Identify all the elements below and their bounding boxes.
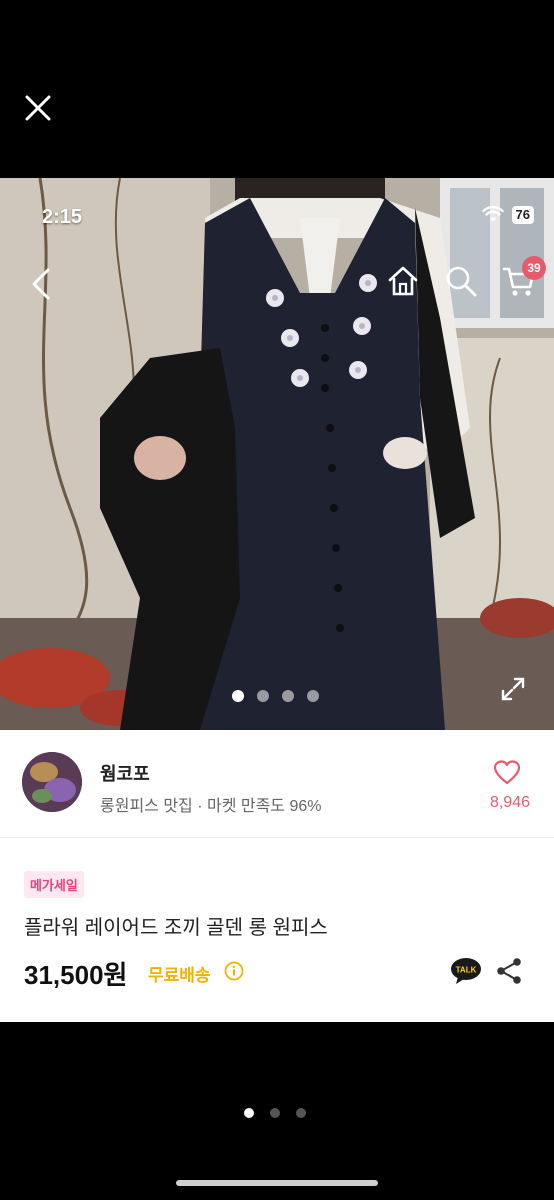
screenshot-card: 2:15 76 39 웜코포 롱원피스 맛집 · 마켓 만족도 96% 8,94… bbox=[0, 178, 554, 1022]
sale-badge: 메가세일 bbox=[24, 871, 84, 898]
like-count: 8,946 bbox=[489, 794, 530, 811]
status-time: 2:15 bbox=[42, 206, 83, 228]
product-price: 31,500원 bbox=[24, 960, 128, 990]
product-title: 플라워 레이어드 조끼 골덴 롱 원피스 bbox=[24, 917, 328, 939]
carousel-dots bbox=[232, 690, 319, 702]
back-icon[interactable] bbox=[28, 266, 56, 302]
viewer-header bbox=[0, 0, 554, 178]
avatar-image bbox=[22, 752, 82, 812]
cart-count-badge: 39 bbox=[522, 256, 546, 280]
page-dot[interactable] bbox=[296, 1108, 306, 1118]
home-icon[interactable] bbox=[386, 264, 420, 298]
svg-text:TALK: TALK bbox=[456, 966, 477, 975]
shop-avatar[interactable] bbox=[22, 752, 82, 812]
product-photo[interactable]: 2:15 76 39 bbox=[0, 178, 554, 730]
shipping-label: 무료배송 bbox=[148, 966, 211, 985]
shop-subtitle: 롱원피스 맛집 · 마켓 만족도 96% bbox=[100, 798, 322, 815]
status-icons: 76 bbox=[481, 206, 534, 224]
page-dot[interactable] bbox=[244, 1108, 254, 1118]
expand-icon[interactable] bbox=[500, 676, 526, 702]
search-icon[interactable] bbox=[444, 264, 478, 298]
carousel-dot[interactable] bbox=[282, 690, 294, 702]
product-photo-scene bbox=[0, 178, 554, 730]
heart-icon[interactable] bbox=[494, 760, 520, 786]
nav-actions: 39 bbox=[386, 256, 546, 298]
home-indicator[interactable] bbox=[176, 1180, 378, 1186]
product-info: 메가세일 플라워 레이어드 조끼 골덴 롱 원피스 31,500원 무료배송 T… bbox=[0, 839, 554, 1022]
shop-name[interactable]: 웜코포 bbox=[100, 760, 150, 786]
carousel-dot[interactable] bbox=[232, 690, 244, 702]
shop-row[interactable]: 웜코포 롱원피스 맛집 · 마켓 만족도 96% 8,946 bbox=[0, 730, 554, 838]
carousel-dot[interactable] bbox=[257, 690, 269, 702]
info-icon[interactable] bbox=[224, 961, 244, 981]
close-icon[interactable] bbox=[22, 92, 54, 124]
carousel-dot[interactable] bbox=[307, 690, 319, 702]
cart-button[interactable]: 39 bbox=[502, 256, 546, 298]
page-dot[interactable] bbox=[270, 1108, 280, 1118]
share-icon[interactable] bbox=[496, 957, 522, 985]
page-dots bbox=[244, 1108, 306, 1118]
battery-indicator: 76 bbox=[511, 206, 534, 224]
wifi-icon bbox=[481, 206, 504, 222]
talk-icon[interactable]: TALK bbox=[450, 957, 482, 985]
